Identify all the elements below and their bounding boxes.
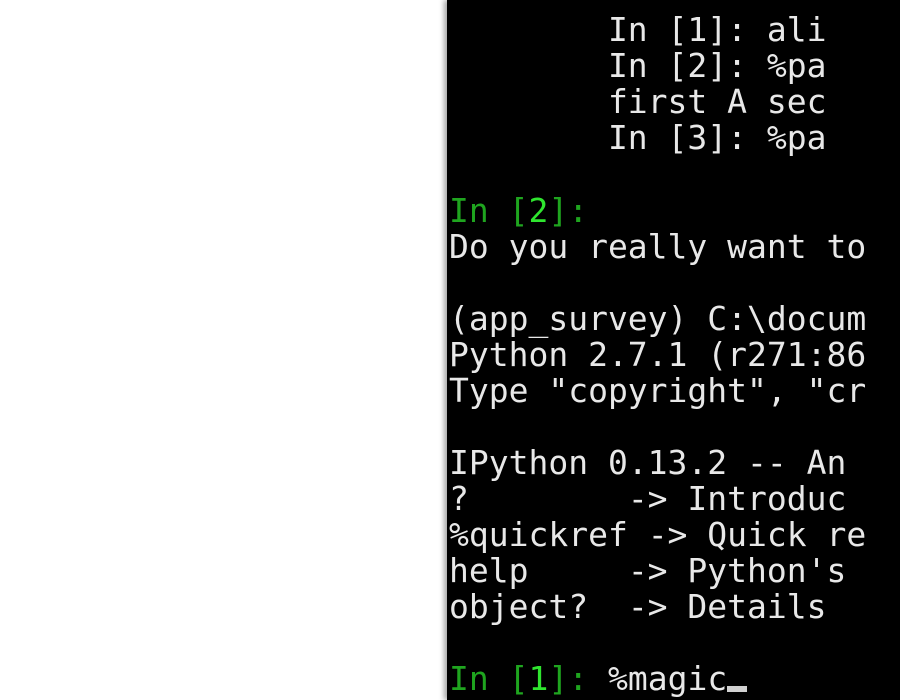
help-description: -> Quick re	[647, 515, 867, 554]
history-line-2: In [2]: %pa	[449, 46, 827, 85]
help-description: -> Python's	[627, 551, 847, 590]
exit-question-line: Do you really want to	[449, 227, 867, 266]
prompt-in-2: In [2]:	[449, 193, 588, 229]
prompt-close: ]:	[548, 659, 589, 698]
history-line-4: In [3]: %pa	[449, 118, 827, 157]
help-command: ?	[449, 479, 628, 518]
help-row: ? -> Introduc	[449, 481, 846, 517]
prompt-number: 1	[528, 659, 549, 698]
python-version-line: Python 2.7.1 (r271:86	[449, 335, 867, 374]
input-line[interactable]: In [1]: %magic	[449, 659, 748, 698]
prompt-open: In [	[449, 191, 529, 230]
help-description: -> Introduc	[627, 479, 847, 518]
ipython-banner-line: IPython 0.13.2 -- An	[449, 443, 867, 482]
help-command: %quickref	[449, 515, 648, 554]
history-line-3: first A sec	[449, 82, 827, 121]
history-line-1: In [1]: ali	[449, 10, 827, 49]
help-description: -> Details	[627, 587, 847, 626]
help-row: object? -> Details	[449, 589, 846, 625]
help-command: object?	[449, 587, 628, 626]
help-row: help -> Python's	[449, 553, 846, 589]
text-cursor	[727, 686, 748, 692]
help-command: help	[449, 551, 628, 590]
terminal-window[interactable]: In [1]: ali In [2]: %pa first A sec In […	[447, 0, 900, 700]
help-row: %quickref -> Quick re	[449, 517, 866, 553]
type-hint-line: Type "copyright", "cr	[449, 371, 867, 410]
prompt-open: In [	[449, 659, 529, 698]
prompt-number: 2	[528, 191, 549, 230]
environment-line: (app_survey) C:\docum	[449, 299, 867, 338]
command-input[interactable]: %magic	[588, 659, 727, 698]
prompt-close: ]:	[548, 191, 589, 230]
